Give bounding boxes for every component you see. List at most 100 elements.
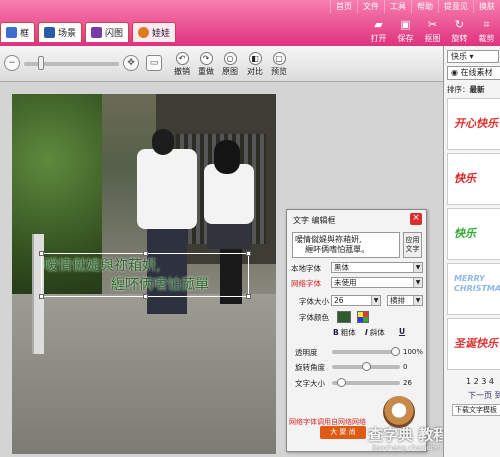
tab-doll[interactable]: 娃娃 bbox=[132, 22, 177, 42]
menu-skin[interactable]: 换肤 bbox=[473, 0, 500, 13]
resize-handle[interactable] bbox=[39, 294, 44, 299]
cutout-button[interactable]: ✂ 抠图 bbox=[419, 16, 446, 44]
chevron-down-icon: ▼ bbox=[371, 296, 380, 305]
close-button[interactable]: × bbox=[410, 213, 422, 225]
save-label: 保存 bbox=[397, 34, 414, 43]
pagination[interactable]: 1 2 3 4 bbox=[466, 377, 494, 386]
tab-label: 闪图 bbox=[105, 29, 124, 39]
apply-text-button[interactable]: 应用 文字 bbox=[403, 232, 422, 258]
tab-frame[interactable]: 框 bbox=[0, 22, 36, 42]
local-font-select[interactable]: 黑体 ▼ bbox=[331, 262, 423, 273]
resize-handle[interactable] bbox=[143, 294, 148, 299]
next-page-link[interactable]: 下一页 到 bbox=[468, 390, 500, 401]
local-font-label: 本地字体 bbox=[291, 264, 321, 273]
zoom-slider-handle[interactable] bbox=[38, 56, 44, 70]
category-value: 快乐 bbox=[451, 52, 467, 61]
rotate-button[interactable]: ↻ 旋转 bbox=[446, 16, 473, 44]
original-button[interactable]: ○ 原图 bbox=[218, 52, 242, 77]
opacity-slider-handle[interactable] bbox=[391, 347, 400, 356]
text-size-slider-handle[interactable] bbox=[337, 378, 346, 387]
fit-screen-button[interactable]: ✥ bbox=[123, 55, 139, 71]
category-select[interactable]: 快乐 ▾ bbox=[447, 50, 499, 63]
text-size-label: 文字大小 bbox=[295, 379, 325, 388]
doll-icon bbox=[138, 27, 150, 38]
menu-feedback[interactable]: 提意见 bbox=[438, 0, 473, 13]
bold-option[interactable]: B 粗体 bbox=[333, 327, 356, 338]
watermark-badge: 大 聚 尚 bbox=[320, 426, 366, 439]
italic-icon: I bbox=[365, 328, 368, 337]
crop-label: 裁剪 bbox=[478, 34, 495, 43]
open-button[interactable]: ▰ 打开 bbox=[365, 16, 392, 44]
preview-label: 预览 bbox=[271, 67, 287, 76]
thumbnail-text: 开心快乐 bbox=[454, 117, 498, 130]
sort-value: 最新 bbox=[469, 85, 485, 94]
text-input[interactable]: 嗳情僦媞與祢葙姸, 緾吥俩嗜怕菰單。 bbox=[292, 232, 400, 258]
photo-person bbox=[152, 129, 174, 155]
local-font-value: 黑体 bbox=[334, 263, 349, 272]
material-thumbnail[interactable]: 圣诞快乐 bbox=[447, 318, 500, 370]
menu-tools[interactable]: 工具 bbox=[384, 0, 411, 13]
menu-help[interactable]: 帮助 bbox=[411, 0, 438, 13]
bold-label: 粗体 bbox=[340, 328, 356, 337]
orientation-select[interactable]: 横排 ▼ bbox=[387, 295, 423, 306]
material-thumbnail[interactable]: 开心快乐 bbox=[447, 98, 500, 150]
resize-handle[interactable] bbox=[246, 294, 251, 299]
web-font-select[interactable]: 未使用 ▼ bbox=[331, 277, 423, 288]
tab-label: 在线素材 bbox=[460, 68, 493, 77]
thumbnail-text: 快乐 bbox=[454, 227, 476, 240]
underline-option[interactable]: U bbox=[399, 327, 405, 336]
overlay-text-line[interactable]: 嗳情僦媞與祢葙姸, bbox=[44, 255, 160, 275]
preview-button[interactable]: ▢ 预览 bbox=[267, 52, 291, 77]
scissors-icon: ✂ bbox=[427, 18, 438, 31]
resize-handle[interactable] bbox=[246, 251, 251, 256]
actual-size-button[interactable]: ▭ bbox=[146, 55, 162, 71]
material-panel: 快乐 ▾ ◉ 在线素材 排序：最新 开心快乐 快乐 快乐 MERRY CHRIS… bbox=[443, 46, 500, 457]
redo-icon: ↷ bbox=[199, 52, 213, 65]
main-toolbar: ▰ 打开 ▣ 保存 ✂ 抠图 ↻ 旋转 ⌗ 裁剪 bbox=[365, 16, 500, 44]
palette-icon[interactable] bbox=[357, 311, 369, 323]
tab-online-material[interactable]: ◉ 在线素材 bbox=[447, 66, 500, 80]
material-thumbnail[interactable]: 快乐 bbox=[447, 208, 500, 260]
web-font-value: 未使用 bbox=[334, 278, 357, 287]
tab-label: 场景 bbox=[58, 29, 77, 39]
tab-flash[interactable]: 闪图 bbox=[85, 22, 130, 42]
font-size-value: 26 bbox=[334, 296, 344, 305]
opacity-slider[interactable] bbox=[332, 350, 400, 354]
rotate-icon: ↻ bbox=[454, 18, 465, 31]
rotation-label: 旋转角度 bbox=[295, 363, 325, 372]
font-size-select[interactable]: 26 ▼ bbox=[331, 295, 381, 306]
opacity-label: 透明度 bbox=[295, 348, 318, 357]
original-label: 原图 bbox=[222, 67, 238, 76]
font-color-swatch[interactable] bbox=[337, 311, 351, 323]
cutout-label: 抠图 bbox=[424, 34, 441, 43]
material-thumbnail[interactable]: MERRY CHRISTMAS bbox=[447, 263, 500, 315]
save-button[interactable]: ▣ 保存 bbox=[392, 16, 419, 44]
overlay-text-line[interactable]: 緾吥俩嗜怕菰單 bbox=[111, 274, 209, 294]
compare-icon: ◧ bbox=[248, 52, 262, 65]
undo-button[interactable]: ↶ 撤销 bbox=[170, 52, 194, 77]
menu-file[interactable]: 文件 bbox=[357, 0, 384, 13]
chevron-down-icon: ▼ bbox=[413, 263, 422, 272]
thumbnail-text: 快乐 bbox=[454, 172, 476, 185]
preview-icon: ▢ bbox=[272, 52, 286, 65]
redo-button[interactable]: ↷ 重做 bbox=[194, 52, 218, 77]
original-icon: ○ bbox=[223, 52, 237, 65]
download-template-select[interactable]: 下载文字模板 bbox=[452, 404, 500, 416]
menubar: 首页 文件 工具 帮助 提意见 换肤 bbox=[330, 0, 500, 13]
sort-control[interactable]: 排序：最新 bbox=[447, 84, 485, 95]
rotation-slider-handle[interactable] bbox=[362, 362, 371, 371]
italic-label: 斜体 bbox=[369, 328, 385, 337]
tab-scene[interactable]: 场景 bbox=[38, 22, 83, 42]
photo-ground bbox=[12, 294, 276, 454]
page-numbers[interactable]: 1 2 3 4 bbox=[466, 377, 494, 386]
compare-button[interactable]: ◧ 对比 bbox=[243, 52, 267, 77]
tab-label: 娃娃 bbox=[152, 29, 171, 39]
crop-button[interactable]: ⌗ 裁剪 bbox=[473, 16, 500, 44]
menu-home[interactable]: 首页 bbox=[330, 0, 357, 13]
download-template-label: 下载文字模板 bbox=[455, 406, 497, 414]
italic-option[interactable]: I 斜体 bbox=[365, 327, 385, 338]
scene-icon bbox=[44, 27, 56, 38]
redo-label: 重做 bbox=[198, 67, 214, 76]
zoom-out-button[interactable]: − bbox=[4, 55, 20, 71]
material-thumbnail[interactable]: 快乐 bbox=[447, 153, 500, 205]
